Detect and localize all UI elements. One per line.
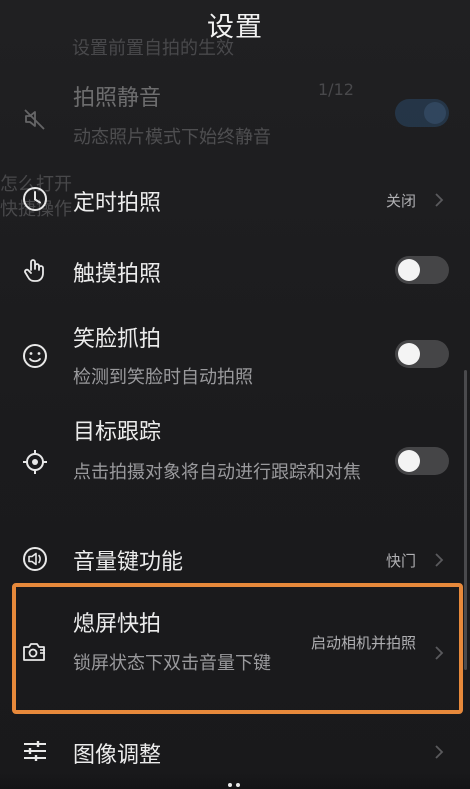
toggle-knob	[424, 102, 446, 124]
page-indicator	[228, 783, 240, 789]
setting-title: 拍照静音	[73, 86, 162, 111]
setting-row-target-tracking[interactable]: 目标跟踪 点击拍摄对象将自动进行跟踪和对焦	[0, 405, 470, 525]
target-crosshair-icon	[20, 447, 50, 477]
scrollbar[interactable]	[464, 370, 467, 670]
setting-row-screen-off-snapshot[interactable]: 熄屏快拍 锁屏状态下双击音量下键 启动相机并拍照	[0, 595, 470, 710]
setting-row-touch-photo[interactable]: 触摸拍照	[0, 240, 470, 300]
setting-row-photo-mute[interactable]: 拍照静音 动态照片模式下始终静音	[0, 70, 470, 160]
setting-subtitle: 动态照片模式下始终静音	[73, 127, 271, 148]
setting-subtitle: 检测到笑脸时自动拍照	[73, 367, 253, 388]
toggle-knob	[398, 259, 420, 281]
setting-value: 关闭	[385, 192, 416, 210]
indicator-dot	[228, 783, 232, 787]
toggle-knob	[398, 343, 420, 365]
setting-title: 音量键功能	[73, 550, 184, 575]
camera-snap-icon	[20, 637, 50, 667]
setting-value: 启动相机并拍照	[310, 634, 416, 652]
smile-capture-toggle[interactable]	[395, 340, 449, 368]
setting-title: 定时拍照	[73, 191, 162, 216]
sliders-icon	[20, 736, 50, 766]
touch-photo-toggle[interactable]	[395, 256, 449, 284]
setting-value: 快门	[385, 552, 416, 570]
setting-title: 熄屏快拍	[73, 612, 162, 637]
toggle-knob	[398, 450, 420, 472]
touch-hand-icon	[20, 255, 50, 285]
setting-row-smile-capture[interactable]: 笑脸抓拍 检测到笑脸时自动拍照	[0, 310, 470, 400]
setting-row-volume-key[interactable]: 音量键功能 快门	[0, 530, 470, 590]
setting-row-timer-photo[interactable]: 定时拍照 关闭	[0, 170, 470, 230]
header: 设置	[0, 0, 470, 48]
setting-subtitle: 锁屏状态下双击音量下键	[73, 653, 271, 674]
smile-face-icon	[20, 341, 50, 371]
setting-title: 图像调整	[73, 743, 162, 768]
setting-title: 触摸拍照	[73, 262, 162, 287]
page-title: 设置	[207, 11, 263, 43]
indicator-dot	[236, 783, 240, 787]
chevron-right-icon	[432, 743, 446, 761]
setting-title: 目标跟踪	[73, 420, 162, 445]
chevron-right-icon	[432, 551, 446, 569]
photo-mute-toggle[interactable]	[395, 99, 449, 127]
chevron-right-icon	[432, 644, 446, 662]
target-tracking-toggle[interactable]	[395, 447, 449, 475]
setting-subtitle: 点击拍摄对象将自动进行跟踪和对焦	[73, 462, 361, 483]
setting-title: 笑脸抓拍	[73, 327, 162, 352]
mute-speaker-icon	[20, 104, 50, 134]
volume-speaker-icon	[20, 544, 50, 574]
chevron-right-icon	[432, 191, 446, 209]
camera-settings-screen: 设置前置自拍的生效 怎么打开 快捷操作 1/12 设置 拍照静音 动态照片模式下…	[0, 0, 470, 789]
clock-icon	[20, 184, 50, 214]
